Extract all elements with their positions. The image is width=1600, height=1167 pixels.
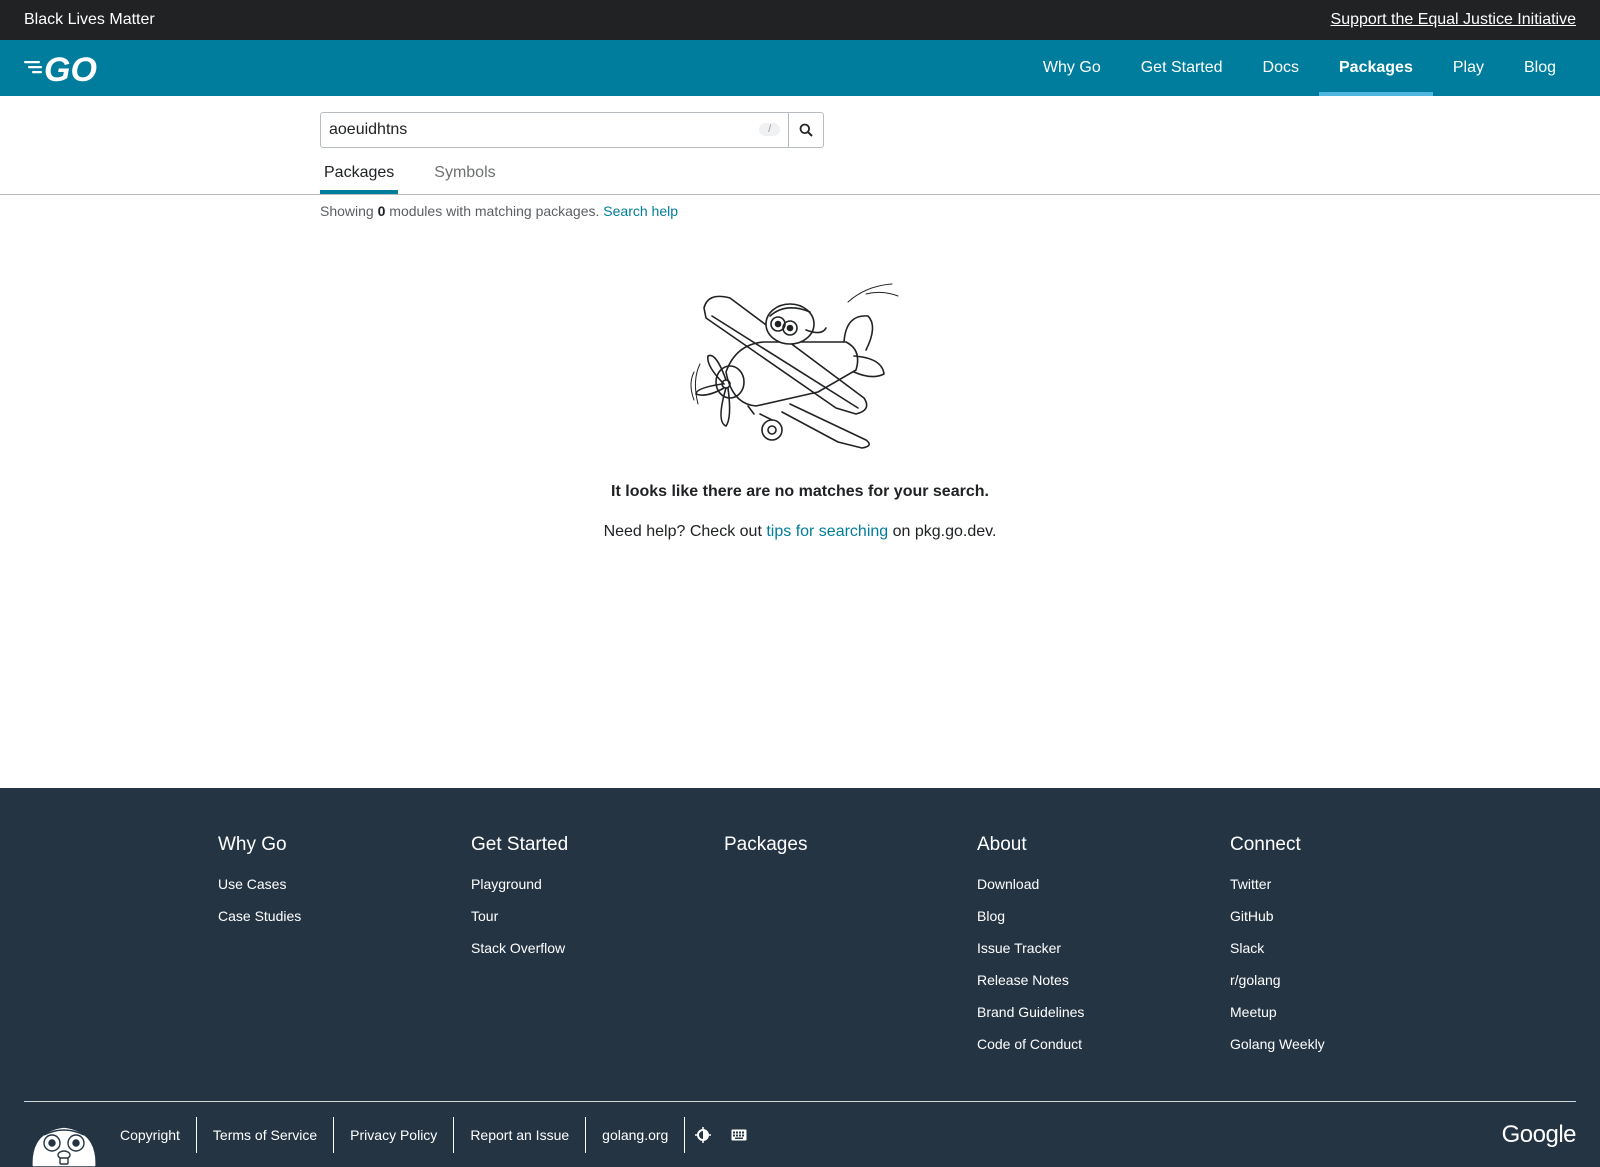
main-nav: Why Go Get Started Docs Packages Play Bl… — [1023, 40, 1576, 96]
golang-org-link[interactable]: golang.org — [586, 1117, 686, 1153]
footer-link-r-golang[interactable]: r/golang — [1230, 972, 1325, 988]
footer-link-meetup[interactable]: Meetup — [1230, 1004, 1325, 1020]
nav-docs[interactable]: Docs — [1243, 40, 1319, 96]
results-summary: Showing 0 modules with matching packages… — [320, 203, 678, 219]
gopher-pilot-icon — [31, 1126, 97, 1167]
top-banner: Black Lives Matter Support the Equal Jus… — [0, 0, 1600, 40]
footer-heading-connect: Connect — [1230, 834, 1301, 855]
footer-heading-packages[interactable]: Packages — [724, 834, 807, 856]
equal-justice-link[interactable]: Support the Equal Justice Initiative — [1331, 11, 1576, 29]
footer-link-slack[interactable]: Slack — [1230, 940, 1325, 956]
footer-heading-why-go: Why Go — [218, 834, 287, 855]
nav-blog[interactable]: Blog — [1504, 40, 1576, 96]
tabs-divider — [0, 194, 1600, 195]
tab-symbols[interactable]: Symbols — [430, 158, 499, 194]
footer-column-packages: Packages — [724, 834, 807, 876]
footer-link-use-cases[interactable]: Use Cases — [218, 876, 301, 892]
footer-link-twitter[interactable]: Twitter — [1230, 876, 1325, 892]
banner-text: Black Lives Matter — [24, 11, 155, 28]
footer-link-code-of-conduct[interactable]: Code of Conduct — [977, 1036, 1084, 1052]
footer-link-issue-tracker[interactable]: Issue Tracker — [977, 940, 1084, 956]
terms-of-service-link[interactable]: Terms of Service — [197, 1117, 335, 1153]
copyright-link[interactable]: Copyright — [120, 1117, 197, 1153]
search-icon — [799, 123, 813, 137]
footer-bottom-links: Copyright Terms of Service Privacy Polic… — [120, 1117, 757, 1153]
search-field: / — [321, 113, 788, 147]
nav-why-go[interactable]: Why Go — [1023, 40, 1121, 96]
footer-column-get-started: Get Started Playground Tour Stack Overfl… — [471, 834, 568, 972]
search-input[interactable] — [321, 113, 788, 147]
footer-link-playground[interactable]: Playground — [471, 876, 568, 892]
help-suffix: on pkg.go.dev. — [892, 523, 997, 540]
google-logo[interactable]: Google — [1502, 1121, 1577, 1149]
gopher-airplane-illustration — [690, 283, 899, 449]
privacy-policy-link[interactable]: Privacy Policy — [334, 1117, 455, 1153]
footer-heading-about: About — [977, 834, 1027, 855]
footer-link-case-studies[interactable]: Case Studies — [218, 908, 301, 924]
search-button[interactable] — [788, 113, 823, 147]
results-suffix: modules with matching packages. — [389, 203, 600, 219]
help-prefix: Need help? Check out — [603, 523, 762, 540]
footer-bottom-bar: Copyright Terms of Service Privacy Polic… — [24, 1113, 1577, 1167]
footer-column-why-go: Why Go Use Cases Case Studies — [218, 834, 301, 940]
search-box: / — [320, 112, 824, 148]
footer-column-connect: Connect Twitter GitHub Slack r/golang Me… — [1230, 834, 1325, 1068]
footer-divider — [24, 1101, 1576, 1102]
footer-link-blog[interactable]: Blog — [977, 908, 1084, 924]
tab-packages[interactable]: Packages — [320, 158, 399, 194]
nav-play[interactable]: Play — [1433, 40, 1504, 96]
search-mode-tabs: Packages Symbols — [320, 158, 532, 194]
search-help-link[interactable]: Search help — [603, 203, 678, 219]
footer-link-release-notes[interactable]: Release Notes — [977, 972, 1084, 988]
keyboard-icon[interactable] — [721, 1117, 757, 1153]
tips-for-searching-link[interactable]: tips for searching — [766, 523, 888, 540]
report-issue-link[interactable]: Report an Issue — [454, 1117, 587, 1153]
footer-heading-get-started: Get Started — [471, 834, 569, 855]
footer-link-brand-guidelines[interactable]: Brand Guidelines — [977, 1004, 1084, 1020]
footer-link-github[interactable]: GitHub — [1230, 908, 1325, 924]
footer-link-stack-overflow[interactable]: Stack Overflow — [471, 940, 568, 956]
search-shortcut-hint: / — [759, 123, 780, 136]
nav-get-started[interactable]: Get Started — [1121, 40, 1243, 96]
footer-link-golang-weekly[interactable]: Golang Weekly — [1230, 1036, 1325, 1052]
footer-column-about: About Download Blog Issue Tracker Releas… — [977, 834, 1084, 1068]
no-results-title: It looks like there are no matches for y… — [611, 483, 989, 500]
footer-link-tour[interactable]: Tour — [471, 908, 568, 924]
no-results-help: Need help? Check out tips for searching … — [0, 523, 1600, 541]
footer-link-download[interactable]: Download — [977, 876, 1084, 892]
results-prefix: Showing — [320, 203, 374, 219]
go-logo[interactable]: GO — [24, 50, 106, 86]
site-header: GO Why Go Get Started Docs Packages Play… — [0, 40, 1600, 96]
theme-toggle-icon[interactable] — [685, 1117, 721, 1153]
svg-text:GO: GO — [44, 51, 97, 86]
site-footer: Why Go Use Cases Case Studies Get Starte… — [0, 788, 1600, 1167]
nav-packages[interactable]: Packages — [1319, 40, 1433, 96]
results-count: 0 — [377, 203, 386, 219]
